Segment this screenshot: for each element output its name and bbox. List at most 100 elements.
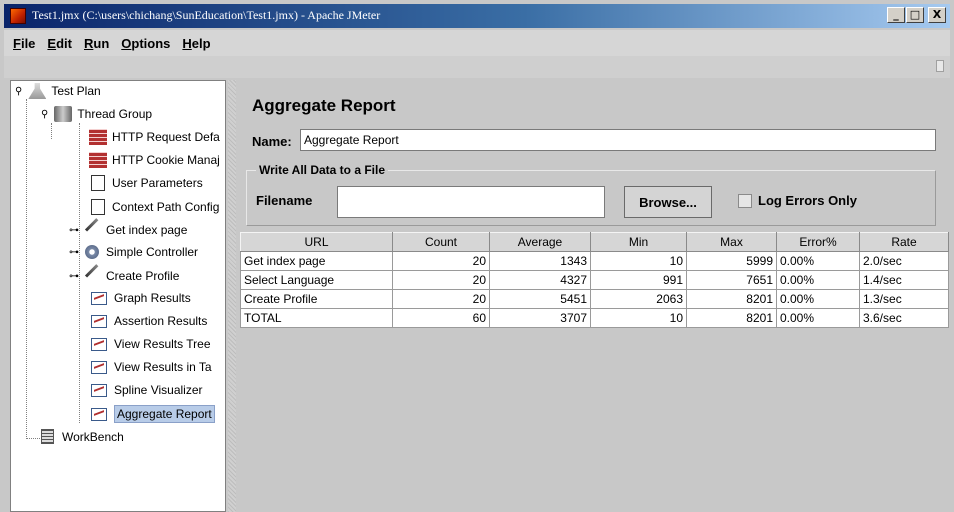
maximize-button[interactable]: □	[906, 7, 924, 23]
tree-node-workbench[interactable]: WorkBench	[41, 429, 124, 444]
title-bar[interactable]: Test1.jmx (C:\users\chichang\SunEducatio…	[4, 4, 950, 28]
table-row[interactable]: Get index page 20 1343 10 5999 0.00% 2.0…	[240, 251, 949, 271]
cell-max: 5999	[686, 251, 777, 271]
graph-icon	[91, 337, 107, 351]
tree-node-label: User Parameters	[112, 176, 203, 190]
menu-help[interactable]: Help	[177, 36, 217, 51]
graph-icon	[91, 314, 107, 328]
page-icon	[91, 199, 105, 215]
cell-min: 2063	[590, 289, 687, 309]
collapsed-toggle-icon[interactable]: ⊶	[69, 271, 79, 282]
window-controls: _ □ X	[887, 7, 946, 23]
tree-node-thread-group[interactable]: ⚲ Thread Group	[41, 106, 152, 122]
cell-error-pct: 0.00%	[776, 251, 860, 271]
collapsed-toggle-icon[interactable]: ⊶	[69, 225, 79, 236]
column-header-rate[interactable]: Rate	[859, 232, 949, 252]
table-row[interactable]: TOTAL 60 3707 10 8201 0.00% 3.6/sec	[240, 308, 949, 328]
tree-node-label: Thread Group	[77, 107, 153, 121]
cell-rate: 3.6/sec	[859, 308, 949, 328]
column-header-min[interactable]: Min	[590, 232, 687, 252]
minimize-button[interactable]: _	[887, 7, 905, 23]
toolbar-grip-icon[interactable]	[936, 60, 944, 72]
expanded-toggle-icon[interactable]: ⚲	[15, 86, 22, 97]
cell-rate: 1.4/sec	[859, 270, 949, 290]
table-row[interactable]: Create Profile 20 5451 2063 8201 0.00% 1…	[240, 289, 949, 309]
tree-node-label: Test Plan	[51, 84, 101, 98]
column-header-count[interactable]: Count	[392, 232, 490, 252]
graph-icon	[91, 291, 107, 305]
cell-average: 1343	[489, 251, 591, 271]
column-header-average[interactable]: Average	[489, 232, 591, 252]
tree-node-label: View Results Tree	[114, 337, 211, 351]
cell-url: Select Language	[240, 270, 393, 290]
tree-node-test-plan[interactable]: ⚲ Test Plan	[15, 83, 101, 99]
menu-run[interactable]: Run	[79, 36, 116, 51]
cell-min: 10	[590, 308, 687, 328]
tree-node-label: HTTP Cookie Manaj	[112, 153, 220, 167]
collapsed-toggle-icon[interactable]: ⊶	[69, 247, 79, 258]
cell-rate: 2.0/sec	[859, 251, 949, 271]
tree-node-http-request-defaults[interactable]: HTTP Request Defa	[89, 129, 220, 145]
column-header-max[interactable]: Max	[686, 232, 777, 252]
cell-count: 20	[392, 270, 490, 290]
cell-max: 7651	[686, 270, 777, 290]
tree-node-view-results-table[interactable]: View Results in Ta	[91, 360, 212, 374]
workbench-icon	[41, 429, 54, 444]
tree-node-context-path-config[interactable]: Context Path Config	[89, 199, 219, 215]
tree-node-label: Context Path Config	[112, 200, 220, 214]
expanded-toggle-icon[interactable]: ⚲	[41, 109, 48, 120]
cell-average: 4327	[489, 270, 591, 290]
name-label: Name:	[252, 134, 292, 149]
tree-node-assertion-results[interactable]: Assertion Results	[91, 314, 207, 328]
menu-file[interactable]: File	[8, 36, 42, 51]
pen-icon	[83, 268, 101, 284]
tree-node-label: Create Profile	[106, 269, 180, 283]
menu-bar: File Edit Run Options Help	[4, 30, 950, 56]
cell-error-pct: 0.00%	[776, 308, 860, 328]
tree-node-user-parameters[interactable]: User Parameters	[89, 175, 203, 191]
page-icon	[91, 175, 105, 191]
tree-node-simple-controller[interactable]: ⊶ Simple Controller	[69, 245, 198, 259]
browse-button[interactable]: Browse...	[624, 186, 712, 218]
cell-error-pct: 0.00%	[776, 289, 860, 309]
filename-input[interactable]	[337, 186, 605, 218]
name-input[interactable]	[300, 129, 936, 151]
cell-average: 5451	[489, 289, 591, 309]
write-to-file-group-label: Write All Data to a File	[256, 163, 389, 177]
gear-icon	[85, 245, 99, 259]
tree-node-label: Assertion Results	[114, 314, 208, 328]
close-button[interactable]: X	[928, 7, 946, 23]
bricks-icon	[89, 152, 107, 168]
results-table-area[interactable]: URL Count Average Min Max Error% Rate Ge…	[240, 232, 949, 512]
tree-node-label: Graph Results	[114, 291, 191, 305]
tree-node-http-cookie-manager[interactable]: HTTP Cookie Manaj	[89, 152, 220, 168]
tree-node-graph-results[interactable]: Graph Results	[91, 291, 191, 305]
aggregate-results-table: URL Count Average Min Max Error% Rate Ge…	[240, 232, 949, 328]
column-header-error-pct[interactable]: Error%	[776, 232, 860, 252]
tree-node-label-selected: Aggregate Report	[114, 405, 215, 423]
jmeter-app-icon[interactable]	[10, 8, 26, 24]
cell-max: 8201	[686, 308, 777, 328]
log-errors-only-label[interactable]: Log Errors Only	[758, 193, 857, 208]
tree-node-create-profile[interactable]: ⊶ Create Profile	[69, 268, 179, 284]
tree-node-aggregate-report[interactable]: Aggregate Report	[91, 405, 215, 423]
cell-count: 60	[392, 308, 490, 328]
split-pane-divider[interactable]	[228, 80, 236, 512]
window-title: Test1.jmx (C:\users\chichang\SunEducatio…	[32, 8, 381, 22]
test-plan-tree[interactable]: ⚲ Test Plan ⚲ Thread Group HTTP Request …	[10, 80, 226, 512]
cell-url: Create Profile	[240, 289, 393, 309]
column-header-url[interactable]: URL	[240, 232, 393, 252]
cell-max: 8201	[686, 289, 777, 309]
filename-label: Filename	[256, 193, 313, 208]
log-errors-only-checkbox[interactable]	[738, 194, 752, 208]
bricks-icon	[89, 129, 107, 145]
cell-min: 991	[590, 270, 687, 290]
menu-edit[interactable]: Edit	[42, 36, 79, 51]
menu-options[interactable]: Options	[116, 36, 177, 51]
tree-node-view-results-tree[interactable]: View Results Tree	[91, 337, 211, 351]
spool-icon	[54, 106, 73, 122]
tree-node-label: HTTP Request Defa	[112, 130, 220, 144]
table-row[interactable]: Select Language 20 4327 991 7651 0.00% 1…	[240, 270, 949, 290]
tree-node-get-index-page[interactable]: ⊶ Get index page	[69, 222, 187, 238]
tree-node-spline-visualizer[interactable]: Spline Visualizer	[91, 383, 203, 397]
